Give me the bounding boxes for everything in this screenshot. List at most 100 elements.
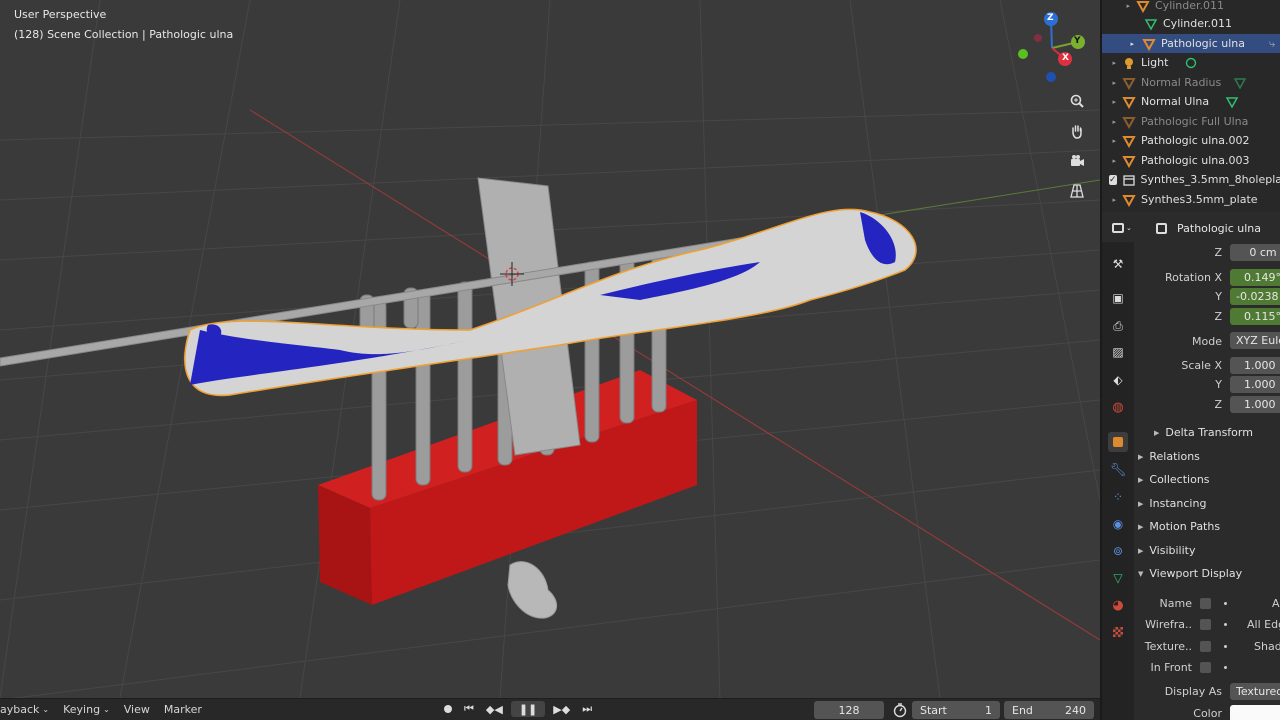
- tab-modifiers[interactable]: 🔧︎: [1108, 460, 1128, 480]
- panel-instancing[interactable]: ▶ Instancing: [1138, 497, 1206, 510]
- tab-physics[interactable]: ◉: [1108, 514, 1128, 534]
- pan-button[interactable]: [1066, 120, 1088, 142]
- panel-delta-transform[interactable]: ▶ Delta Transform: [1154, 426, 1253, 439]
- location-z-field[interactable]: 0 cm: [1230, 244, 1280, 261]
- rotation-y-field[interactable]: -0.0238: [1230, 288, 1280, 305]
- panel-relations[interactable]: ▶ Relations: [1138, 450, 1200, 463]
- color-swatch[interactable]: [1230, 705, 1280, 720]
- tab-object[interactable]: [1108, 432, 1128, 452]
- dot-icon: [1224, 666, 1227, 669]
- mesh-data-icon: [1225, 96, 1239, 109]
- texture-space-checkbox[interactable]: [1200, 641, 1211, 652]
- scale-y-field[interactable]: 1.000: [1230, 376, 1280, 393]
- object-icon: [1122, 96, 1136, 109]
- toggle-perspective-button[interactable]: [1066, 180, 1088, 202]
- tab-world[interactable]: ◍: [1108, 397, 1128, 417]
- panel-collections[interactable]: ▶ Collections: [1138, 473, 1210, 486]
- panel-visibility[interactable]: ▶ Visibility: [1138, 544, 1196, 557]
- show-name-checkbox[interactable]: [1200, 598, 1211, 609]
- scene-icon: ⬖: [1113, 373, 1123, 387]
- hand-icon: [1072, 125, 1082, 139]
- menu-playback-label: ayback: [0, 703, 40, 716]
- editor-type-button[interactable]: ⌄: [1112, 219, 1138, 237]
- display-as-dropdown[interactable]: Textured: [1230, 683, 1280, 700]
- outliner-row[interactable]: ▸ Synthes3.5mm_plate: [1102, 190, 1280, 209]
- record-button[interactable]: [440, 701, 456, 717]
- object-icon: [1122, 194, 1136, 207]
- tab-data[interactable]: ▽: [1108, 568, 1128, 588]
- 3d-viewport[interactable]: User Perspective (128) Scene Collection …: [0, 0, 1100, 698]
- zoom-button[interactable]: [1066, 90, 1088, 112]
- object-icon: [1136, 0, 1150, 13]
- tab-render[interactable]: ▣: [1108, 288, 1128, 308]
- scale-x-field[interactable]: 1.000: [1230, 357, 1280, 374]
- tab-texture[interactable]: [1108, 622, 1128, 642]
- tab-scene[interactable]: ⬖: [1108, 370, 1128, 390]
- jump-end-button[interactable]: ⏭: [578, 701, 596, 717]
- panel-viewport-display[interactable]: ▼ Viewport Display: [1138, 567, 1242, 580]
- wireframe-label: Wirefra..: [1145, 618, 1192, 631]
- outliner-row-label: Synthes3.5mm_plate: [1141, 193, 1258, 206]
- light-data-icon: [1186, 57, 1197, 68]
- tab-view-layer[interactable]: ▨: [1108, 342, 1128, 362]
- outliner-row-label: Cylinder.011: [1155, 0, 1225, 12]
- scale-z-field[interactable]: 1.000: [1230, 396, 1280, 413]
- pause-button[interactable]: ❚❚: [510, 701, 546, 717]
- physics-icon: ◉: [1112, 517, 1124, 531]
- tab-constraints[interactable]: ⊚: [1108, 541, 1128, 561]
- material-icon: ◕: [1112, 597, 1124, 613]
- preview-range-button[interactable]: [892, 702, 908, 718]
- in-front-checkbox[interactable]: [1200, 662, 1211, 673]
- menu-playback[interactable]: ayback ⌄: [0, 699, 56, 720]
- checker-icon: [1113, 627, 1123, 637]
- outliner-row[interactable]: ▸ Cylinder.011: [1102, 0, 1280, 15]
- menu-keying[interactable]: Keying ⌄: [56, 699, 117, 720]
- current-frame-field[interactable]: 128: [814, 701, 884, 719]
- outliner-row-label: Cylinder.011: [1163, 17, 1233, 30]
- tab-tool[interactable]: ⚒: [1108, 254, 1128, 274]
- navigation-gizmo[interactable]: Z Y X: [1012, 8, 1092, 88]
- jump-start-button[interactable]: ⏮: [460, 701, 478, 717]
- outliner-row[interactable]: Cylinder.011: [1102, 14, 1280, 33]
- expand-arrow-icon: ▸: [1112, 78, 1116, 87]
- start-frame-field[interactable]: Start 1: [912, 701, 1000, 719]
- outliner-row[interactable]: ▸ Pathologic ulna.002: [1102, 131, 1280, 150]
- outliner-row-selected[interactable]: ▸ Pathologic ulna ⤷: [1102, 34, 1280, 53]
- rotation-mode-dropdown[interactable]: XYZ Eule: [1230, 332, 1280, 349]
- outliner-row[interactable]: ▸ Normal Radius: [1102, 73, 1280, 92]
- menu-marker[interactable]: Marker: [157, 699, 209, 720]
- rotation-x-field[interactable]: 0.149°: [1230, 269, 1280, 286]
- prev-keyframe-button[interactable]: ◆◀: [482, 701, 507, 717]
- tab-particles[interactable]: ⁘: [1108, 487, 1128, 507]
- scene-render[interactable]: [0, 0, 1100, 698]
- wireframe-checkbox[interactable]: [1200, 619, 1211, 630]
- timeline-bar: ayback ⌄ Keying ⌄ View Marker ⏮ ◆◀ ❚❚ ▶◆…: [0, 698, 1100, 720]
- checkbox-checked-icon[interactable]: ✓: [1109, 174, 1117, 185]
- start-frame-label: Start: [920, 703, 947, 717]
- expand-arrow-icon: ▸: [1112, 58, 1116, 67]
- tab-output[interactable]: ⎙: [1108, 316, 1128, 336]
- properties-editor[interactable]: ⌄ Pathologic ulna ⚒ ▣ ⎙ ▨ ⬖ ◍ 🔧︎ ⁘ ◉ ⊚ ▽…: [1102, 214, 1280, 720]
- outliner-row[interactable]: ▸ Pathologic ulna.003: [1102, 151, 1280, 170]
- outliner-row[interactable]: ✓ Synthes_3.5mm_8holepla: [1102, 170, 1280, 189]
- object-name-label: Pathologic ulna: [1177, 221, 1262, 235]
- pause-icon: ❚❚: [518, 702, 538, 716]
- end-frame-field[interactable]: End 240: [1004, 701, 1094, 719]
- rotation-z-field[interactable]: 0.115°: [1230, 308, 1280, 325]
- outliner-row[interactable]: ▸ Pathologic Full Ulna: [1102, 112, 1280, 131]
- panel-motion-paths[interactable]: ▶ Motion Paths: [1138, 520, 1220, 533]
- outliner[interactable]: ▸ Cylinder.011 Cylinder.011 ▸ Pathologic…: [1102, 0, 1280, 212]
- outliner-row[interactable]: ▸ Normal Ulna: [1102, 92, 1280, 111]
- tab-material[interactable]: ◕: [1108, 595, 1128, 615]
- expand-arrow-icon: ▸: [1112, 156, 1116, 165]
- expand-arrow-icon: ▸: [1112, 195, 1116, 204]
- texture-space-label: Texture..: [1144, 640, 1192, 653]
- show-axes-label: A: [1272, 597, 1280, 610]
- outliner-row[interactable]: ▸ Light: [1102, 53, 1280, 72]
- camera-view-button[interactable]: [1066, 150, 1088, 172]
- mesh-data-icon: [1144, 18, 1158, 31]
- rotation-mode-value: XYZ Eule: [1236, 334, 1280, 347]
- next-keyframe-button[interactable]: ▶◆: [549, 701, 574, 717]
- menu-view[interactable]: View: [117, 699, 157, 720]
- end-frame-value: 240: [1065, 703, 1086, 717]
